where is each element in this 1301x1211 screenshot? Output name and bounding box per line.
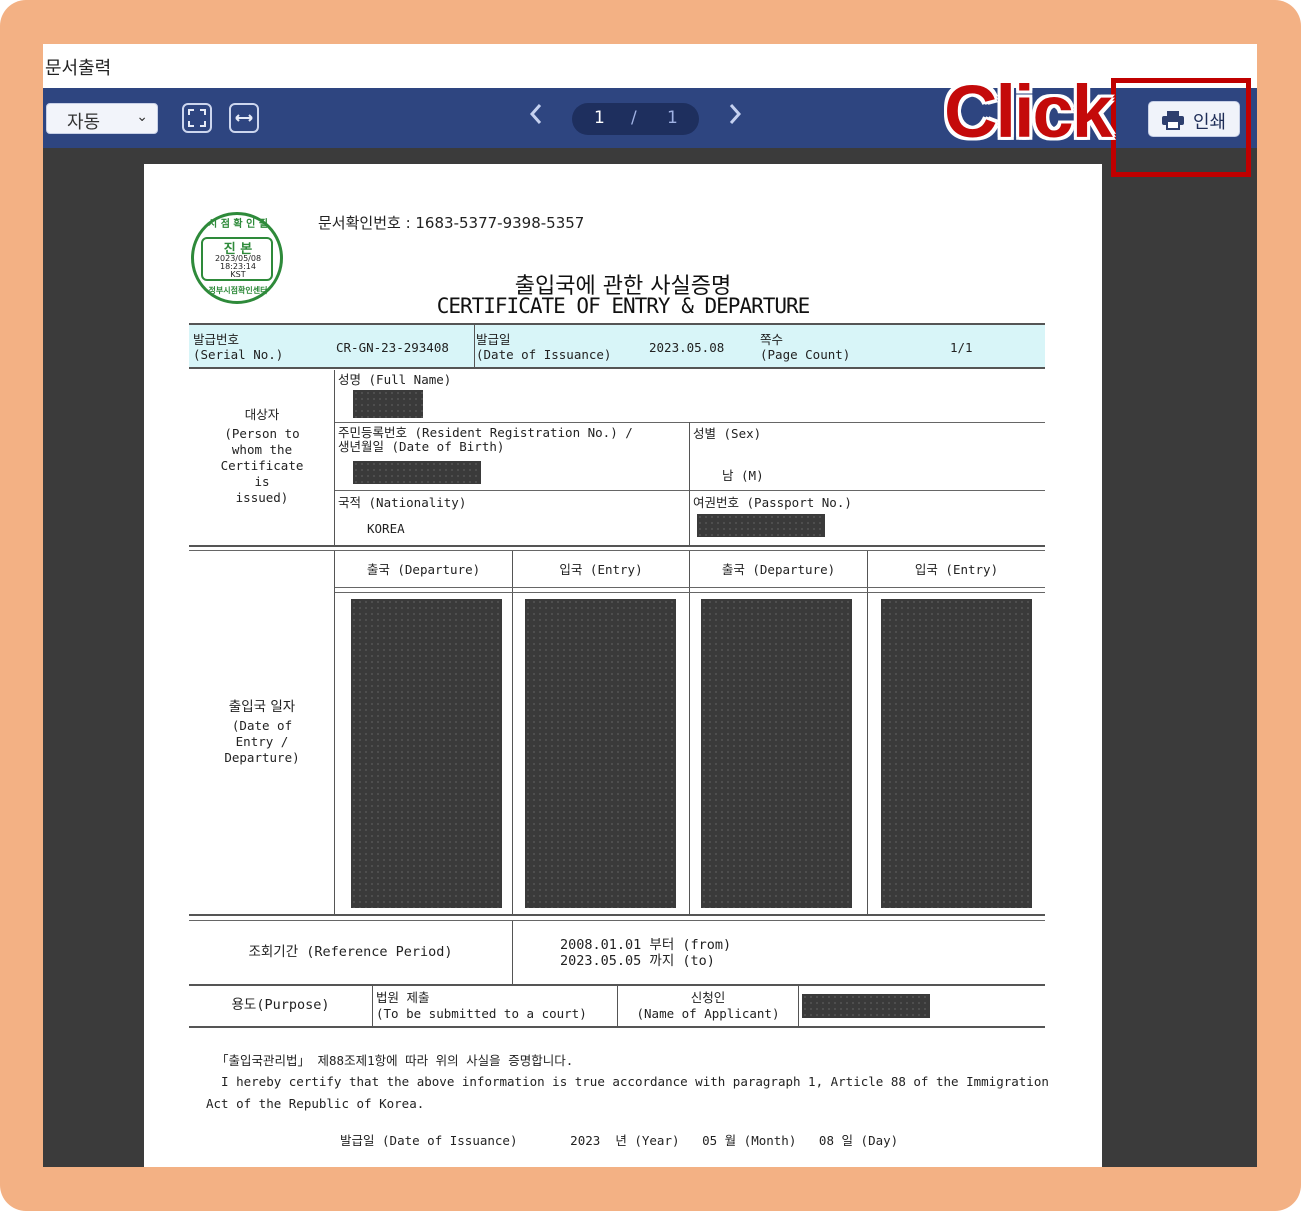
divider [189, 545, 1045, 547]
purpose-label: 용도(Purpose) [231, 997, 330, 1013]
issue-value: 2023.05.08 [649, 340, 725, 355]
stamp-top-text: 시 점 확 인 필 [208, 219, 268, 230]
window-title: 문서출력 [45, 58, 112, 79]
divider [189, 550, 1045, 551]
cert-statement-ko: 「출입국관리법」 제88조제1항에 따라 위의 사실을 증명합니다. [216, 1053, 574, 1068]
serial-value: CR-GN-23-293408 [336, 340, 449, 355]
applicant-label: 신청인 (Name of Applicant) [636, 990, 780, 1021]
nationality-value: KOREA [367, 521, 405, 536]
divider [867, 551, 868, 915]
fullname-label: 성명 (Full Name) [338, 372, 452, 387]
fit-page-icon[interactable] [182, 103, 212, 133]
pages-label-ko: 쪽수 [760, 332, 784, 347]
issue-date-footer: 발급일 (Date of Issuance) 2023 년 (Year) 05 … [340, 1133, 899, 1148]
next-page-icon[interactable] [726, 100, 744, 135]
purpose-value: 법원 제출 (To be submitted to a court) [376, 990, 587, 1021]
redacted-departures-2 [701, 599, 852, 908]
document-number: 문서확인번호 : 1683-5377-9398-5357 [318, 214, 585, 232]
zoom-value: 자동 [67, 112, 101, 133]
dates-label-ko: 출입국 일자 [228, 699, 296, 715]
certificate-page: 시 점 확 인 필 진 본 2023/05/08 18:23:14 KST 정부… [144, 164, 1102, 1167]
cert-statement-en-2: Act of the Republic of Korea. [206, 1096, 425, 1111]
divider [512, 921, 513, 985]
divider [798, 986, 799, 1027]
document-print-window: 문서출력 자동 ⌄ 1 / 1 인쇄 시 점 확 인 필 진 본 2023/05… [43, 44, 1257, 1167]
divider [189, 920, 1045, 921]
col-header-departure-1: 출국 (Departure) [366, 562, 481, 577]
divider [474, 325, 475, 367]
sex-value: 남 (M) [722, 468, 764, 483]
redacted-name [353, 390, 423, 418]
highlight-box [1111, 78, 1251, 177]
zoom-select[interactable]: 자동 ⌄ [46, 103, 158, 134]
pages-value: 1/1 [950, 340, 973, 355]
serial-label-en: (Serial No.) [193, 347, 284, 362]
period-label: 조회기간 (Reference Period) [248, 944, 453, 960]
divider [189, 914, 1045, 916]
page-current: 1 [594, 108, 605, 128]
serial-header-row [189, 323, 1045, 369]
dates-label-en: (Date of Entry / Departure) [224, 718, 300, 765]
divider [372, 986, 373, 1027]
divider [335, 422, 1045, 423]
passport-label: 여권번호 (Passport No.) [693, 495, 852, 510]
sex-label: 성별 (Sex) [693, 426, 762, 441]
divider [335, 592, 1045, 593]
rrn-label: 주민등록번호 (Resident Registration No.) / 생년월… [338, 425, 633, 454]
issue-label-ko: 발급일 [476, 332, 511, 347]
nationality-label: 국적 (Nationality) [338, 495, 467, 510]
click-annotation: Click [944, 70, 1113, 153]
redacted-departures-1 [351, 599, 502, 908]
page-separator: / [631, 108, 637, 128]
divider [512, 551, 513, 915]
redacted-rrn [353, 461, 481, 484]
document-viewer[interactable]: 시 점 확 인 필 진 본 2023/05/08 18:23:14 KST 정부… [43, 148, 1257, 1167]
pages-label-en: (Page Count) [760, 347, 851, 362]
redacted-applicant [802, 994, 930, 1018]
cert-statement-en-1: I hereby certify that the above informat… [206, 1074, 1049, 1089]
col-header-entry-1: 입국 (Entry) [559, 562, 643, 577]
prev-page-icon[interactable] [527, 100, 545, 135]
divider [189, 1026, 1045, 1028]
subject-label-en: (Person to whom the Certificate is issue… [220, 426, 304, 505]
period-value: 2008.01.01 부터 (from) 2023.05.05 까지 (to) [560, 937, 732, 969]
title-english: CERTIFICATE OF ENTRY & DEPARTURE [436, 294, 811, 318]
divider [335, 587, 1045, 588]
page-total: 1 [667, 108, 678, 128]
issue-label-en: (Date of Issuance) [476, 347, 612, 362]
divider [335, 490, 1045, 491]
page-indicator: 1 / 1 [572, 103, 699, 135]
serial-label-ko: 발급번호 [193, 332, 240, 347]
col-header-entry-2: 입국 (Entry) [914, 562, 999, 577]
chevron-down-icon: ⌄ [136, 109, 148, 125]
divider [689, 551, 690, 915]
col-header-departure-2: 출국 (Departure) [721, 562, 836, 577]
redacted-passport [697, 514, 825, 537]
redacted-entries-2 [881, 599, 1032, 908]
redacted-entries-1 [525, 599, 676, 908]
subject-label-ko: 대상자 [244, 407, 280, 422]
divider [689, 422, 690, 546]
fit-width-icon[interactable] [229, 103, 259, 133]
